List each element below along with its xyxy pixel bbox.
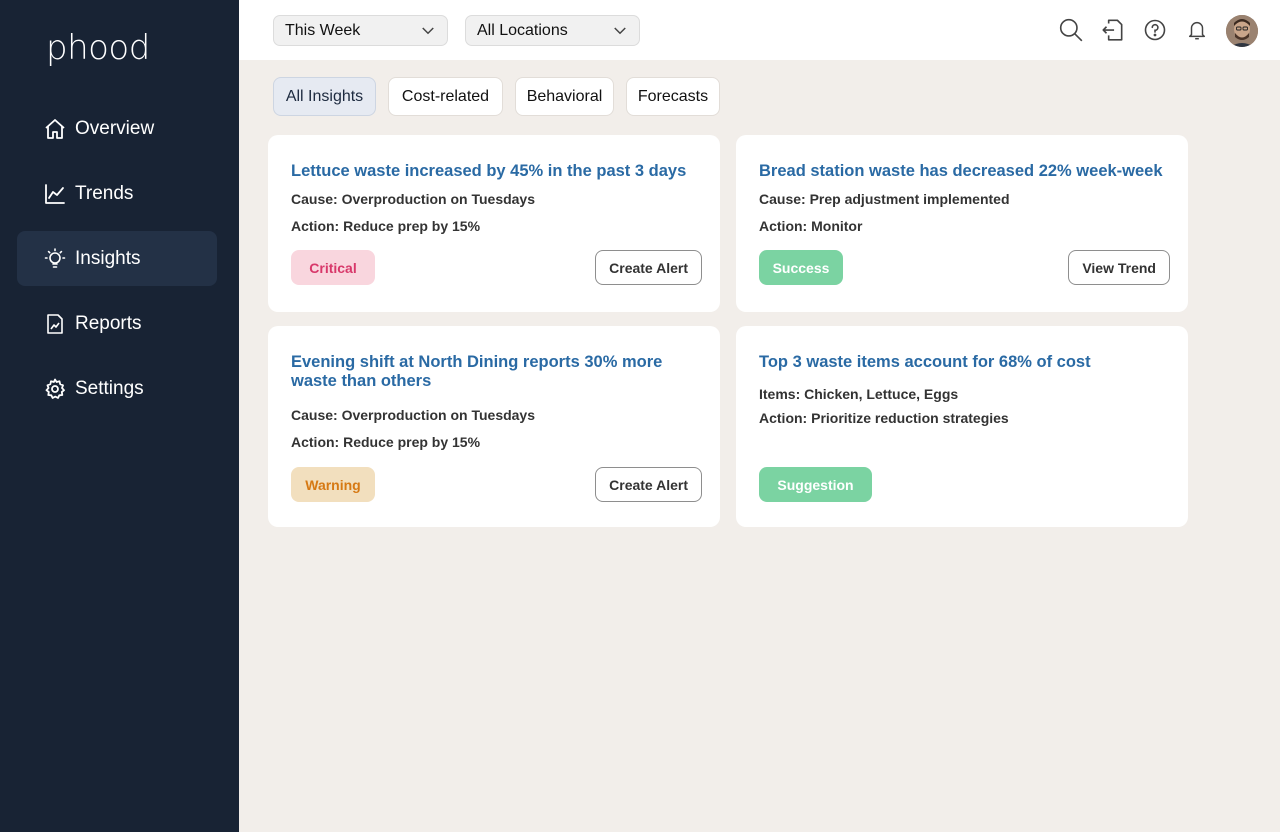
insight-title[interactable]: Evening shift at North Dining reports 30… — [291, 353, 691, 391]
sidebar-item-settings[interactable]: Settings — [17, 361, 217, 416]
status-badge: Success — [759, 250, 843, 285]
location-select-value: All Locations — [477, 21, 568, 39]
avatar[interactable] — [1226, 15, 1258, 47]
sidebar-item-insights[interactable]: Insights — [17, 231, 217, 286]
insight-items: Items: Chicken, Lettuce, Eggs — [759, 386, 959, 402]
bell-icon[interactable] — [1183, 16, 1211, 44]
status-badge: Warning — [291, 467, 375, 502]
tab-cost-related[interactable]: Cost-related — [388, 77, 503, 116]
create-alert-button[interactable]: Create Alert — [595, 250, 702, 285]
gear-icon — [42, 376, 68, 402]
line-chart-icon — [42, 181, 68, 207]
insight-card: Bread station waste has decreased 22% we… — [736, 135, 1188, 312]
insight-cause: Cause: Overproduction on Tuesdays — [291, 191, 536, 207]
status-badge: Critical — [291, 250, 375, 285]
insight-title[interactable]: Bread station waste has decreased 22% we… — [759, 162, 1163, 181]
sidebar-item-label: Trends — [75, 182, 134, 204]
report-file-icon — [42, 311, 68, 337]
sidebar-item-label: Overview — [75, 117, 155, 139]
tab-behavioral[interactable]: Behavioral — [515, 77, 614, 116]
tab-forecasts[interactable]: Forecasts — [626, 77, 720, 116]
chevron-down-icon — [422, 27, 434, 35]
insight-title[interactable]: Lettuce waste increased by 45% in the pa… — [291, 162, 686, 181]
view-trend-button[interactable]: View Trend — [1068, 250, 1170, 285]
insight-card: Top 3 waste items account for 68% of cos… — [736, 326, 1188, 527]
home-icon — [42, 116, 68, 142]
insight-action: Action: Reduce prep by 15% — [291, 434, 481, 450]
sidebar-item-label: Insights — [75, 247, 141, 269]
sidebar-item-label: Reports — [75, 312, 142, 334]
top-bar: This Week All Locations — [239, 0, 1280, 60]
insight-action: Action: Prioritize reduction strategies — [759, 410, 1009, 426]
insight-card: Evening shift at North Dining reports 30… — [268, 326, 720, 527]
create-alert-button[interactable]: Create Alert — [595, 467, 702, 502]
sidebar-item-label: Settings — [75, 377, 144, 399]
lightbulb-icon — [42, 246, 68, 272]
sidebar-item-reports[interactable]: Reports — [17, 296, 217, 351]
sidebar-item-overview[interactable]: Overview — [17, 101, 217, 156]
insight-cause: Cause: Prep adjustment implemented — [759, 191, 1010, 207]
tab-all-insights[interactable]: All Insights — [273, 77, 376, 116]
search-icon[interactable] — [1057, 16, 1085, 44]
help-icon[interactable] — [1141, 16, 1169, 44]
status-badge: Suggestion — [759, 467, 872, 502]
insight-cause: Cause: Overproduction on Tuesdays — [291, 407, 536, 423]
sidebar: phood Overview Trends Insights Reports S… — [0, 0, 239, 832]
sidebar-item-trends[interactable]: Trends — [17, 166, 217, 221]
insight-action: Action: Reduce prep by 15% — [291, 218, 481, 234]
export-icon[interactable] — [1099, 16, 1127, 44]
location-select[interactable]: All Locations — [465, 15, 640, 46]
period-select[interactable]: This Week — [273, 15, 448, 46]
insight-title[interactable]: Top 3 waste items account for 68% of cos… — [759, 353, 1091, 372]
insight-card: Lettuce waste increased by 45% in the pa… — [268, 135, 720, 312]
period-select-value: This Week — [285, 21, 361, 39]
insight-action: Action: Monitor — [759, 218, 863, 234]
chevron-down-icon — [614, 27, 626, 35]
app-logo[interactable]: phood — [46, 28, 150, 68]
